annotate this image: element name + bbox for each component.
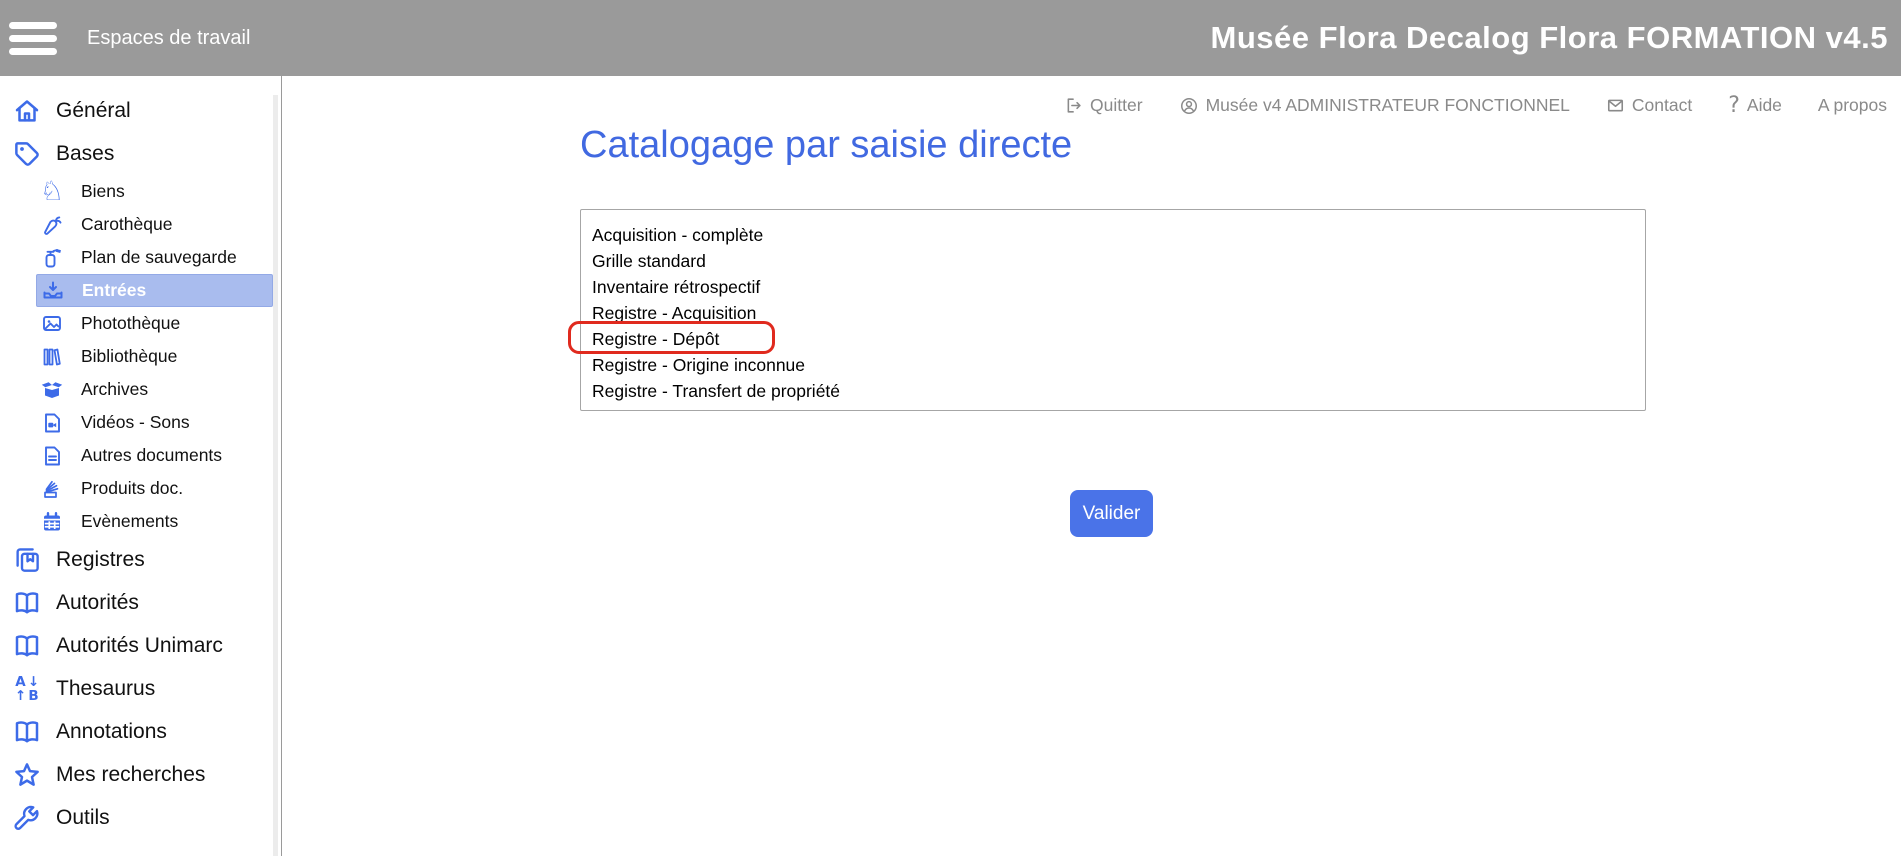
app-title: Musée Flora Decalog Flora FORMATION v4.5 [1211, 20, 1888, 56]
open-book-icon [10, 717, 44, 747]
chess-knight-icon: ♘ [39, 178, 65, 205]
sidebar-item-thesaurus[interactable]: A↓↑B Thesaurus [0, 667, 281, 710]
sidebar-item-label: Autorités Unimarc [56, 634, 223, 658]
sidebar-item-label: Photothèque [81, 313, 180, 334]
sidebar-item-label: Thesaurus [56, 677, 155, 701]
sidebar-item-registres[interactable]: Registres [0, 538, 281, 581]
sidebar-item-label: Bases [56, 142, 114, 166]
listbox-option[interactable]: Acquisition - complète [581, 222, 1645, 248]
logout-icon [1064, 96, 1083, 115]
valider-button[interactable]: Valider [1070, 490, 1153, 537]
hamburger-bar [9, 22, 57, 29]
listbox-option-highlighted[interactable]: Registre - Dépôt [581, 326, 1645, 352]
listbox-option[interactable]: Registre - Transfert de propriété [581, 378, 1645, 404]
header-links: Quitter Musée v4 ADMINISTRATEUR FONCTION… [283, 76, 1901, 118]
home-icon [10, 96, 44, 126]
sidebar-scrollbar[interactable] [273, 95, 278, 856]
sidebar-item-label: Registres [56, 548, 145, 572]
books-icon [39, 345, 65, 369]
sidebar-item-label: Mes recherches [56, 763, 205, 787]
sidebar-item-label: Vidéos - Sons [81, 412, 190, 433]
sidebar-item-general[interactable]: Général [0, 89, 281, 132]
sidebar-item-label: Evènements [81, 511, 178, 532]
sidebar-item-mes-recherches[interactable]: Mes recherches [0, 753, 281, 796]
aide-link[interactable]: ? Aide [1728, 93, 1782, 118]
sidebar-item-archives[interactable]: Archives [36, 373, 273, 406]
open-book-icon [10, 588, 44, 618]
image-icon [39, 312, 65, 336]
file-lines-icon [39, 444, 65, 468]
sidebar-item-label: Bibliothèque [81, 346, 177, 367]
contact-link[interactable]: Contact [1606, 95, 1692, 116]
user-account-link[interactable]: Musée v4 ADMINISTRATEUR FONCTIONNEL [1179, 95, 1570, 116]
sidebar-item-label: Carothèque [81, 214, 172, 235]
listbox-option[interactable]: Registre - Origine inconnue [581, 352, 1645, 378]
sidebar-item-outils[interactable]: Outils [0, 796, 281, 839]
tag-icon [10, 139, 44, 169]
hamburger-bar [9, 35, 57, 42]
box-open-icon [39, 378, 65, 402]
sidebar-item-label: Biens [81, 181, 125, 202]
sidebar: Général Bases ♘ Biens Carothèque [0, 76, 282, 856]
quitter-link[interactable]: Quitter [1064, 95, 1143, 116]
sort-alpha-icon: A↓↑B [10, 675, 44, 703]
wrench-icon [10, 803, 44, 833]
workspace-label[interactable]: Espaces de travail [87, 27, 250, 50]
listbox-option[interactable]: Registre - Acquisition [581, 300, 1645, 326]
hamburger-menu-icon[interactable] [9, 22, 57, 55]
hamburger-bar [9, 48, 57, 55]
file-video-icon [39, 411, 65, 435]
calendar-icon [39, 510, 65, 534]
sidebar-item-annotations[interactable]: Annotations [0, 710, 281, 753]
sidebar-item-produits-doc[interactable]: Produits doc. [36, 472, 273, 505]
sidebar-item-label: Entrées [82, 280, 146, 301]
envelope-icon [1606, 96, 1625, 115]
sidebar-item-plan-de-sauvegarde[interactable]: Plan de sauvegarde [36, 241, 273, 274]
star-icon [10, 760, 44, 790]
open-book-icon [10, 631, 44, 661]
inbox-in-icon [40, 279, 66, 303]
sidebar-item-label: Plan de sauvegarde [81, 247, 237, 268]
main-content: Quitter Musée v4 ADMINISTRATEUR FONCTION… [283, 76, 1901, 856]
sidebar-item-entrees[interactable]: Entrées [36, 274, 273, 307]
sidebar-item-label: Produits doc. [81, 478, 183, 499]
sidebar-item-label: Archives [81, 379, 148, 400]
sidebar-item-bibliotheque[interactable]: Bibliothèque [36, 340, 273, 373]
sidebar-item-bases[interactable]: Bases [0, 132, 281, 175]
sidebar-item-phototheque[interactable]: Photothèque [36, 307, 273, 340]
copies-icon [10, 545, 44, 575]
sidebar-item-evenements[interactable]: Evènements [36, 505, 273, 538]
sidebar-item-autorites[interactable]: Autorités [0, 581, 281, 624]
user-circle-icon [1179, 96, 1199, 116]
sidebar-item-label: Autres documents [81, 445, 222, 466]
listbox-option[interactable]: Grille standard [581, 248, 1645, 274]
grid-listbox[interactable]: Acquisition - complète Grille standard I… [580, 209, 1646, 411]
papers-icon [39, 477, 65, 501]
sidebar-item-carotheque[interactable]: Carothèque [36, 208, 273, 241]
question-icon: ? [1728, 93, 1740, 118]
sidebar-item-biens[interactable]: ♘ Biens [36, 175, 273, 208]
sidebar-item-autorites-unimarc[interactable]: Autorités Unimarc [0, 624, 281, 667]
fire-extinguisher-icon [39, 246, 65, 270]
listbox-option[interactable]: Inventaire rétrospectif [581, 274, 1645, 300]
sidebar-item-videos-sons[interactable]: Vidéos - Sons [36, 406, 273, 439]
sidebar-item-label: Autorités [56, 591, 139, 615]
a-propos-link[interactable]: A propos [1818, 95, 1887, 116]
topbar: Espaces de travail Musée Flora Decalog F… [0, 0, 1901, 76]
carrot-icon [39, 213, 65, 237]
sidebar-item-label: Général [56, 99, 131, 123]
sidebar-item-label: Annotations [56, 720, 167, 744]
page-title: Catalogage par saisie directe [580, 124, 1072, 167]
sidebar-item-autres-documents[interactable]: Autres documents [36, 439, 273, 472]
sidebar-item-label: Outils [56, 806, 110, 830]
